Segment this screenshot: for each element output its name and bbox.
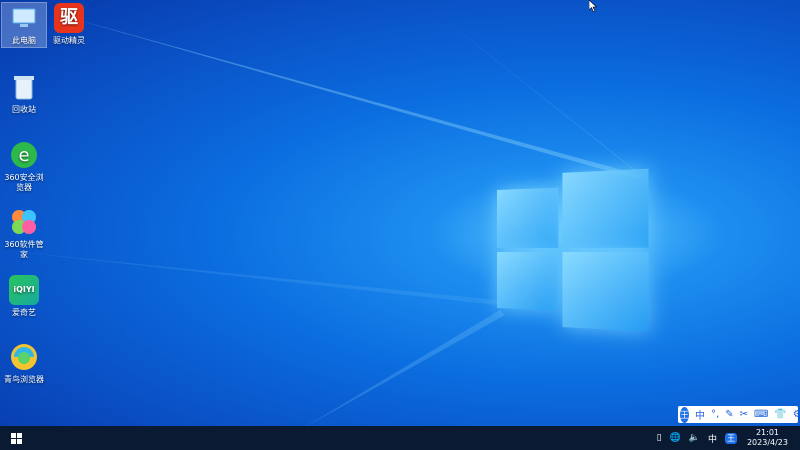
gear-icon[interactable]: ⚙ (793, 409, 800, 420)
desktop-icon-label: 爱奇艺 (12, 308, 36, 317)
wallpaper-beams (0, 0, 645, 430)
desktop-icon-360-browser[interactable]: e 360安全浏览器 (2, 140, 46, 193)
keyboard-icon[interactable]: ⌨ (754, 409, 768, 420)
mouse-cursor-icon (589, 0, 597, 12)
desktop-icon-qingniao-browser[interactable]: 青鸟浏览器 (2, 342, 46, 385)
desktop-icon-360-software-manager[interactable]: 360软件管家 (2, 207, 46, 260)
svg-text:e: e (18, 145, 29, 166)
usb-icon[interactable]: ▯ (657, 433, 662, 443)
volume-muted-icon[interactable]: 🔈 (689, 433, 700, 443)
360-software-manager-icon (9, 207, 39, 237)
desktop-icon-label: 此电脑 (12, 36, 36, 45)
input-mode-indicator[interactable]: 中 (708, 432, 717, 445)
taskbar-clock[interactable]: 21:01 2023/4/23 (747, 428, 788, 448)
desktop-icon-label: 青鸟浏览器 (4, 375, 44, 384)
recycle-bin-icon (9, 72, 39, 102)
scissors-icon[interactable]: ✂ (740, 409, 748, 420)
network-globe-icon[interactable]: 🌐 (670, 433, 681, 443)
ime-mode-toggle[interactable]: 中 (695, 407, 705, 422)
pen-icon[interactable]: ✎ (725, 409, 733, 420)
desktop-icon-label: 360安全浏览器 (4, 173, 44, 192)
desktop-icon-label: 360软件管家 (4, 240, 44, 259)
computer-icon (9, 3, 39, 33)
punctuation-icon[interactable]: °, (711, 409, 719, 420)
windows-wallpaper-logo (497, 168, 649, 332)
clock-time: 21:01 (755, 428, 780, 437)
ime-toolbar[interactable]: 王 中 °, ✎ ✂ ⌨ 👕 ⚙ (678, 406, 800, 423)
desktop-icon-driver-genius[interactable]: 驱 驱动精灵 (47, 3, 91, 46)
qingniao-browser-icon (9, 342, 39, 372)
taskbar: ▯ 🌐 🔈 中 王 21:01 2023/4/23 (0, 426, 800, 450)
windows-logo-icon (10, 432, 22, 444)
ime-tray-icon[interactable]: 王 (724, 432, 737, 444)
desktop-icon-this-pc[interactable]: 此电脑 (1, 2, 47, 48)
desktop-icon-label: 回收站 (12, 105, 36, 114)
360-browser-icon: e (9, 140, 39, 170)
start-button[interactable] (0, 426, 32, 450)
clock-date: 2023/4/23 (746, 438, 788, 447)
desktop-icon-iqiyi[interactable]: iQIYI 爱奇艺 (2, 275, 46, 318)
system-tray: ▯ 🌐 🔈 中 王 21:01 2023/4/23 (653, 426, 800, 450)
desktop-icon-recycle-bin[interactable]: 回收站 (2, 72, 46, 115)
shirt-icon[interactable]: 👕 (774, 409, 786, 420)
desktop-icon-label: 驱动精灵 (53, 36, 85, 45)
driver-genius-icon: 驱 (54, 3, 84, 33)
ime-logo-icon[interactable]: 王 (680, 406, 690, 423)
iqiyi-icon: iQIYI (9, 275, 39, 305)
